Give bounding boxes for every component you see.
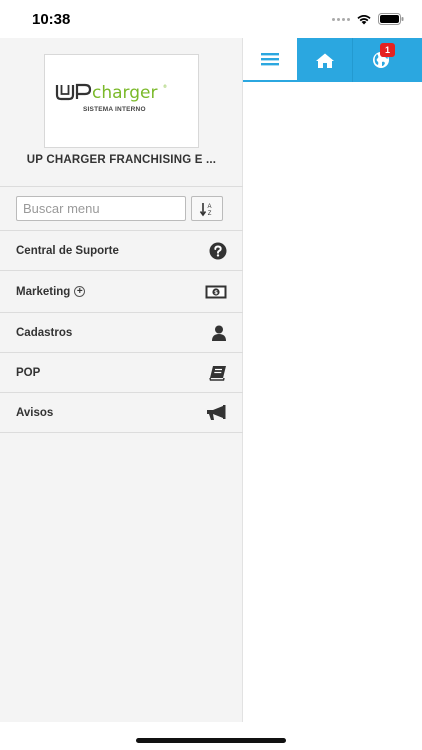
tab-menu[interactable] (243, 38, 297, 82)
expand-plus-icon[interactable]: + (74, 286, 86, 297)
svg-text:charger: charger (92, 83, 157, 103)
search-menu-input[interactable] (16, 196, 186, 221)
divider (0, 186, 243, 187)
menu-item-pop[interactable]: POP (0, 353, 243, 393)
menu-item-marketing[interactable]: Marketing + $ (0, 271, 243, 313)
status-time: 10:38 (32, 11, 71, 28)
notification-badge: 1 (380, 43, 395, 57)
svg-text:Z: Z (208, 211, 212, 217)
sort-alpha-icon: A Z (199, 202, 212, 217)
menu-item-label: Avisos (16, 406, 54, 419)
status-bar: 10:38 (0, 0, 422, 38)
tab-home[interactable] (297, 38, 353, 82)
svg-text:SISTEMA INTERNO: SISTEMA INTERNO (83, 106, 146, 113)
sort-alpha-button[interactable]: A Z (191, 196, 223, 221)
user-icon (211, 325, 227, 341)
top-navbar: 1 (243, 38, 422, 82)
svg-text:$: $ (214, 290, 218, 296)
svg-text:A: A (208, 204, 212, 210)
menu-item-avisos[interactable]: Avisos (0, 393, 243, 433)
company-logo: charger ® SISTEMA INTERNO (44, 54, 199, 148)
upcharger-logo: charger ® SISTEMA INTERNO (55, 83, 167, 113)
home-indicator[interactable] (136, 738, 286, 743)
signal-icon (332, 17, 350, 21)
book-icon (209, 365, 227, 381)
money-icon: $ (205, 285, 227, 299)
wifi-icon (357, 15, 371, 25)
sidebar: charger ® SISTEMA INTERNO UP CHARGER FRA… (0, 38, 243, 722)
home-icon (315, 53, 334, 68)
battery-icon (378, 13, 404, 25)
menu-item-central-de-suporte[interactable]: Central de Suporte (0, 231, 243, 271)
sidebar-menu: Central de Suporte Marketing + $ Cadastr… (0, 230, 243, 433)
company-name: UP CHARGER FRANCHISING E ... (26, 154, 217, 166)
menu-item-label: Central de Suporte (16, 244, 119, 257)
menu-item-label: POP (16, 366, 41, 379)
hamburger-icon (261, 53, 279, 66)
menu-item-cadastros[interactable]: Cadastros (0, 313, 243, 353)
svg-text:®: ® (163, 84, 167, 89)
question-circle-icon (209, 242, 227, 260)
menu-item-label: Marketing (16, 285, 71, 298)
menu-item-label: Cadastros (16, 326, 73, 339)
status-icons (332, 13, 404, 25)
bullhorn-icon (205, 404, 227, 421)
